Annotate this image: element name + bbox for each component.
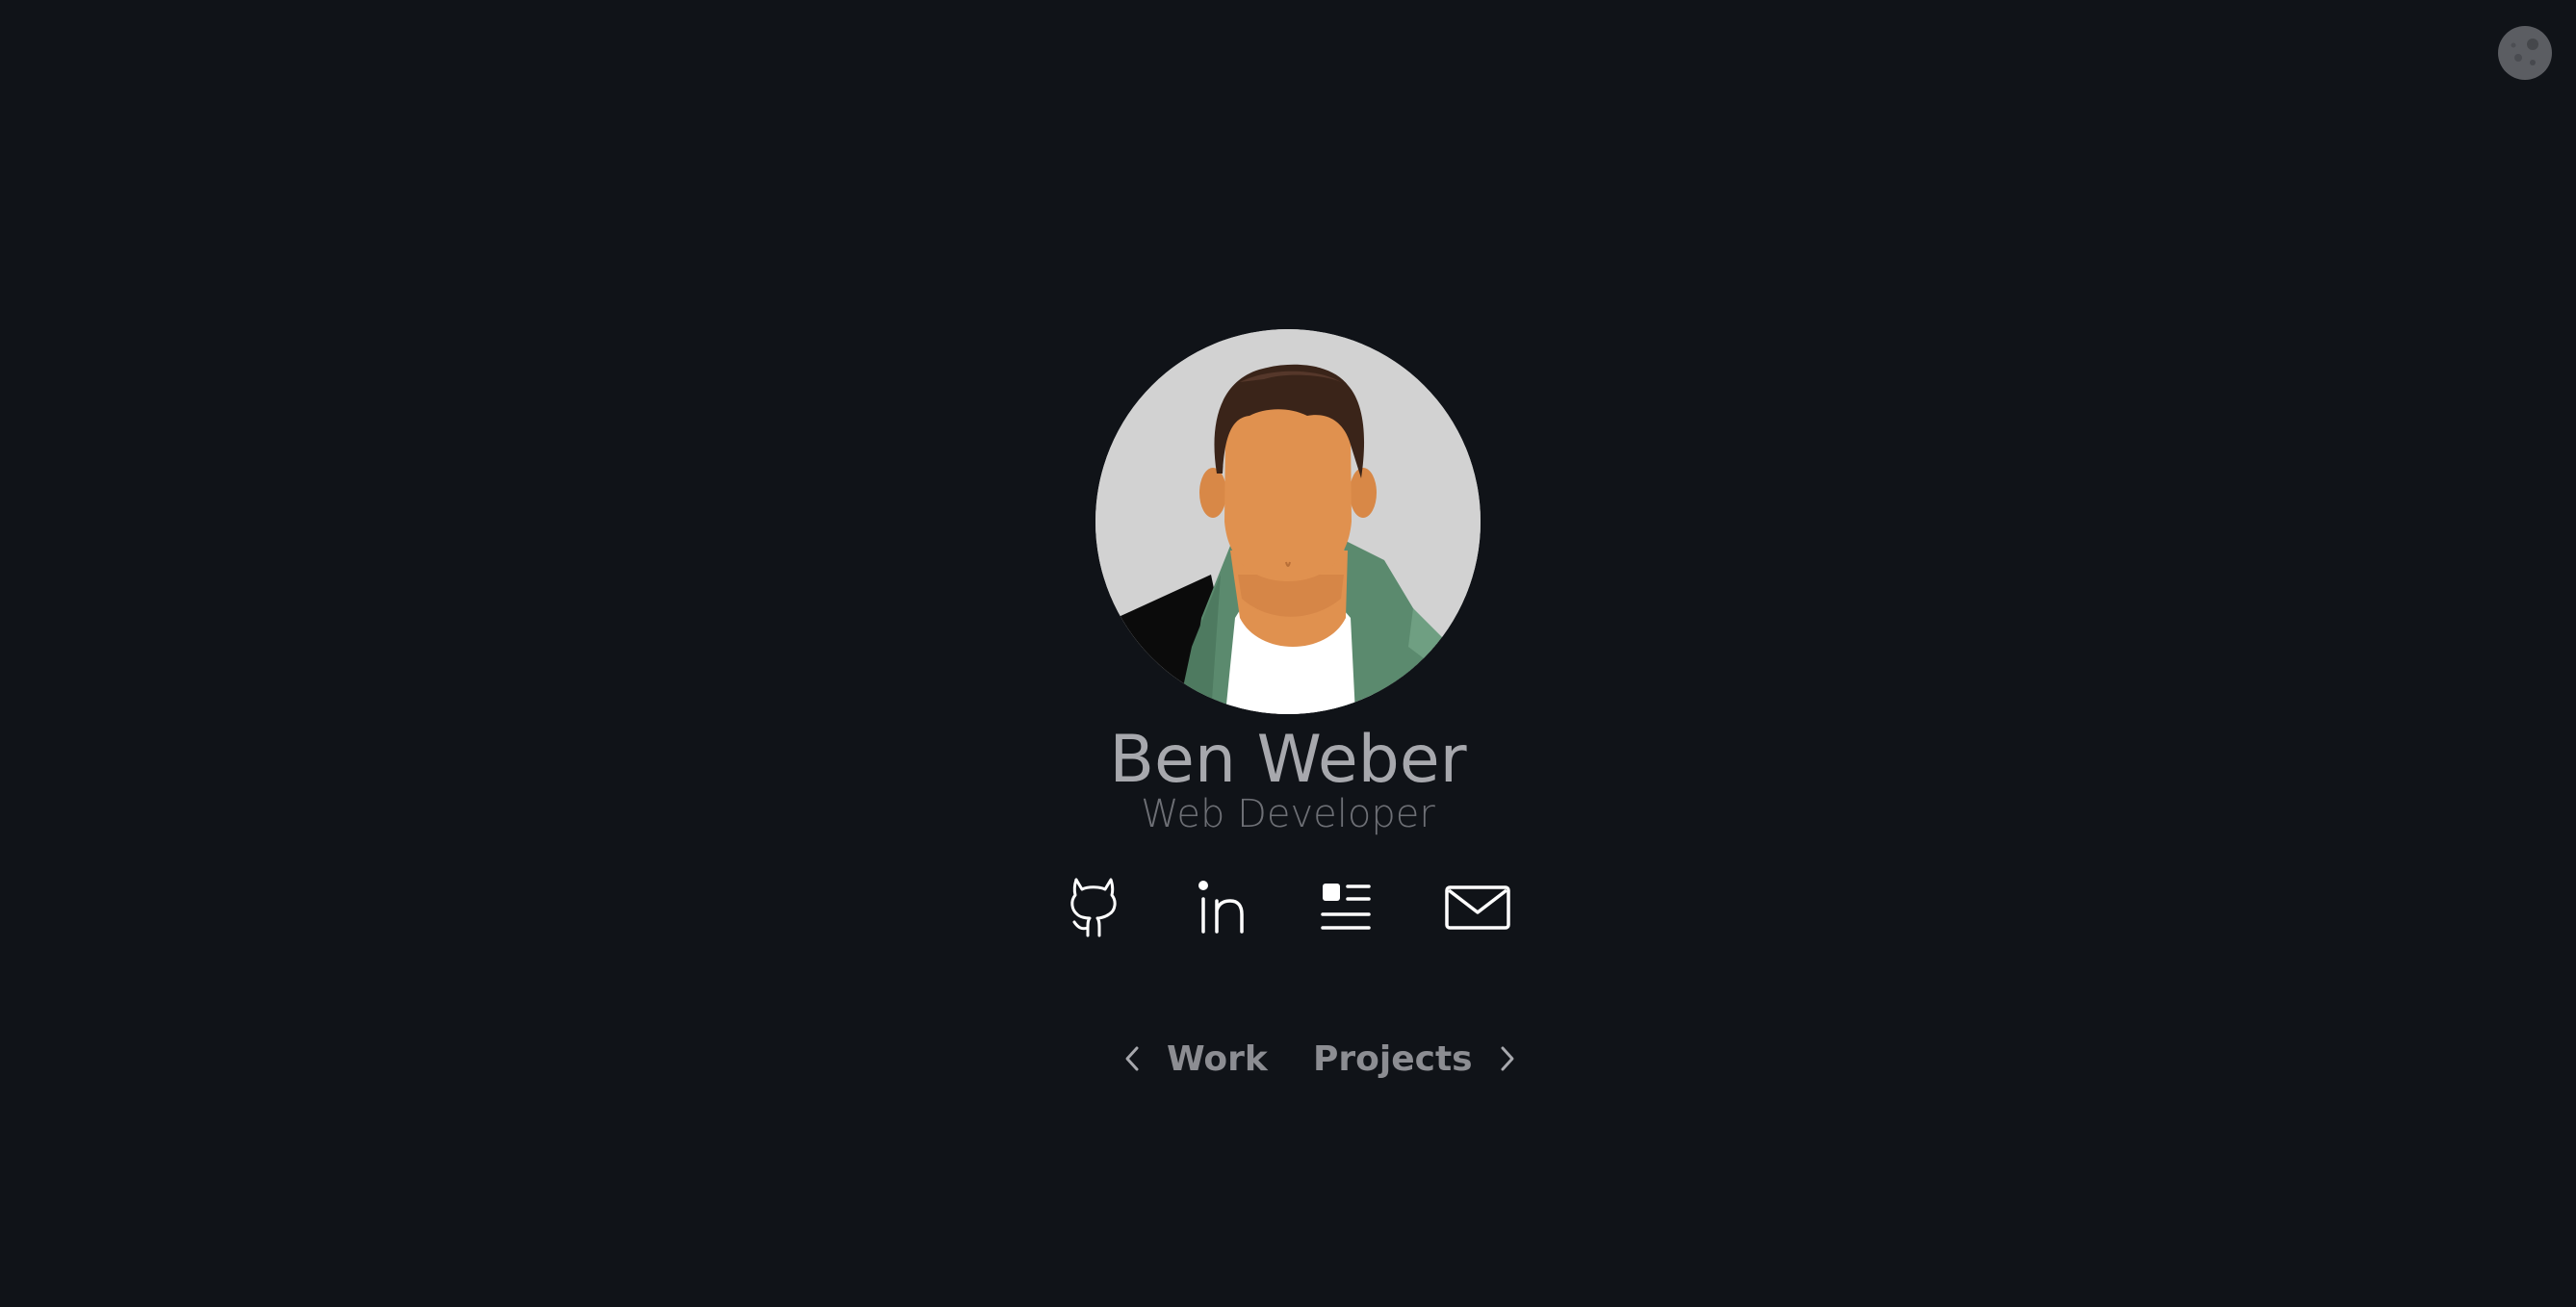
resume-icon	[1321, 884, 1371, 930]
section-nav: Work Projects	[0, 1030, 2576, 1088]
mail-icon	[1445, 885, 1510, 930]
moon-icon	[2498, 26, 2552, 80]
page: Ben Weber Web Developer Work Projects	[0, 0, 2576, 1307]
prev-work-label: Work	[1167, 1038, 1268, 1079]
email-link[interactable]	[1444, 874, 1511, 939]
github-icon	[1070, 878, 1117, 937]
resume-link[interactable]	[1319, 874, 1373, 939]
theme-toggle-button[interactable]	[2498, 26, 2552, 80]
github-link[interactable]	[1067, 874, 1121, 939]
profile-name: Ben Weber	[1109, 722, 1467, 798]
social-links	[0, 874, 2576, 939]
avatar-illustration	[1095, 329, 1481, 714]
next-projects-label: Projects	[1313, 1038, 1473, 1079]
profile-role: Web Developer	[1141, 792, 1435, 836]
chevron-right-icon	[1501, 1046, 1514, 1071]
prev-work-link[interactable]: Work	[1122, 1030, 1268, 1088]
linkedin-icon	[1198, 881, 1244, 934]
linkedin-link[interactable]	[1194, 874, 1248, 939]
chevron-left-icon	[1125, 1046, 1139, 1071]
next-projects-link[interactable]: Projects	[1313, 1030, 1517, 1088]
avatar	[1095, 329, 1481, 714]
